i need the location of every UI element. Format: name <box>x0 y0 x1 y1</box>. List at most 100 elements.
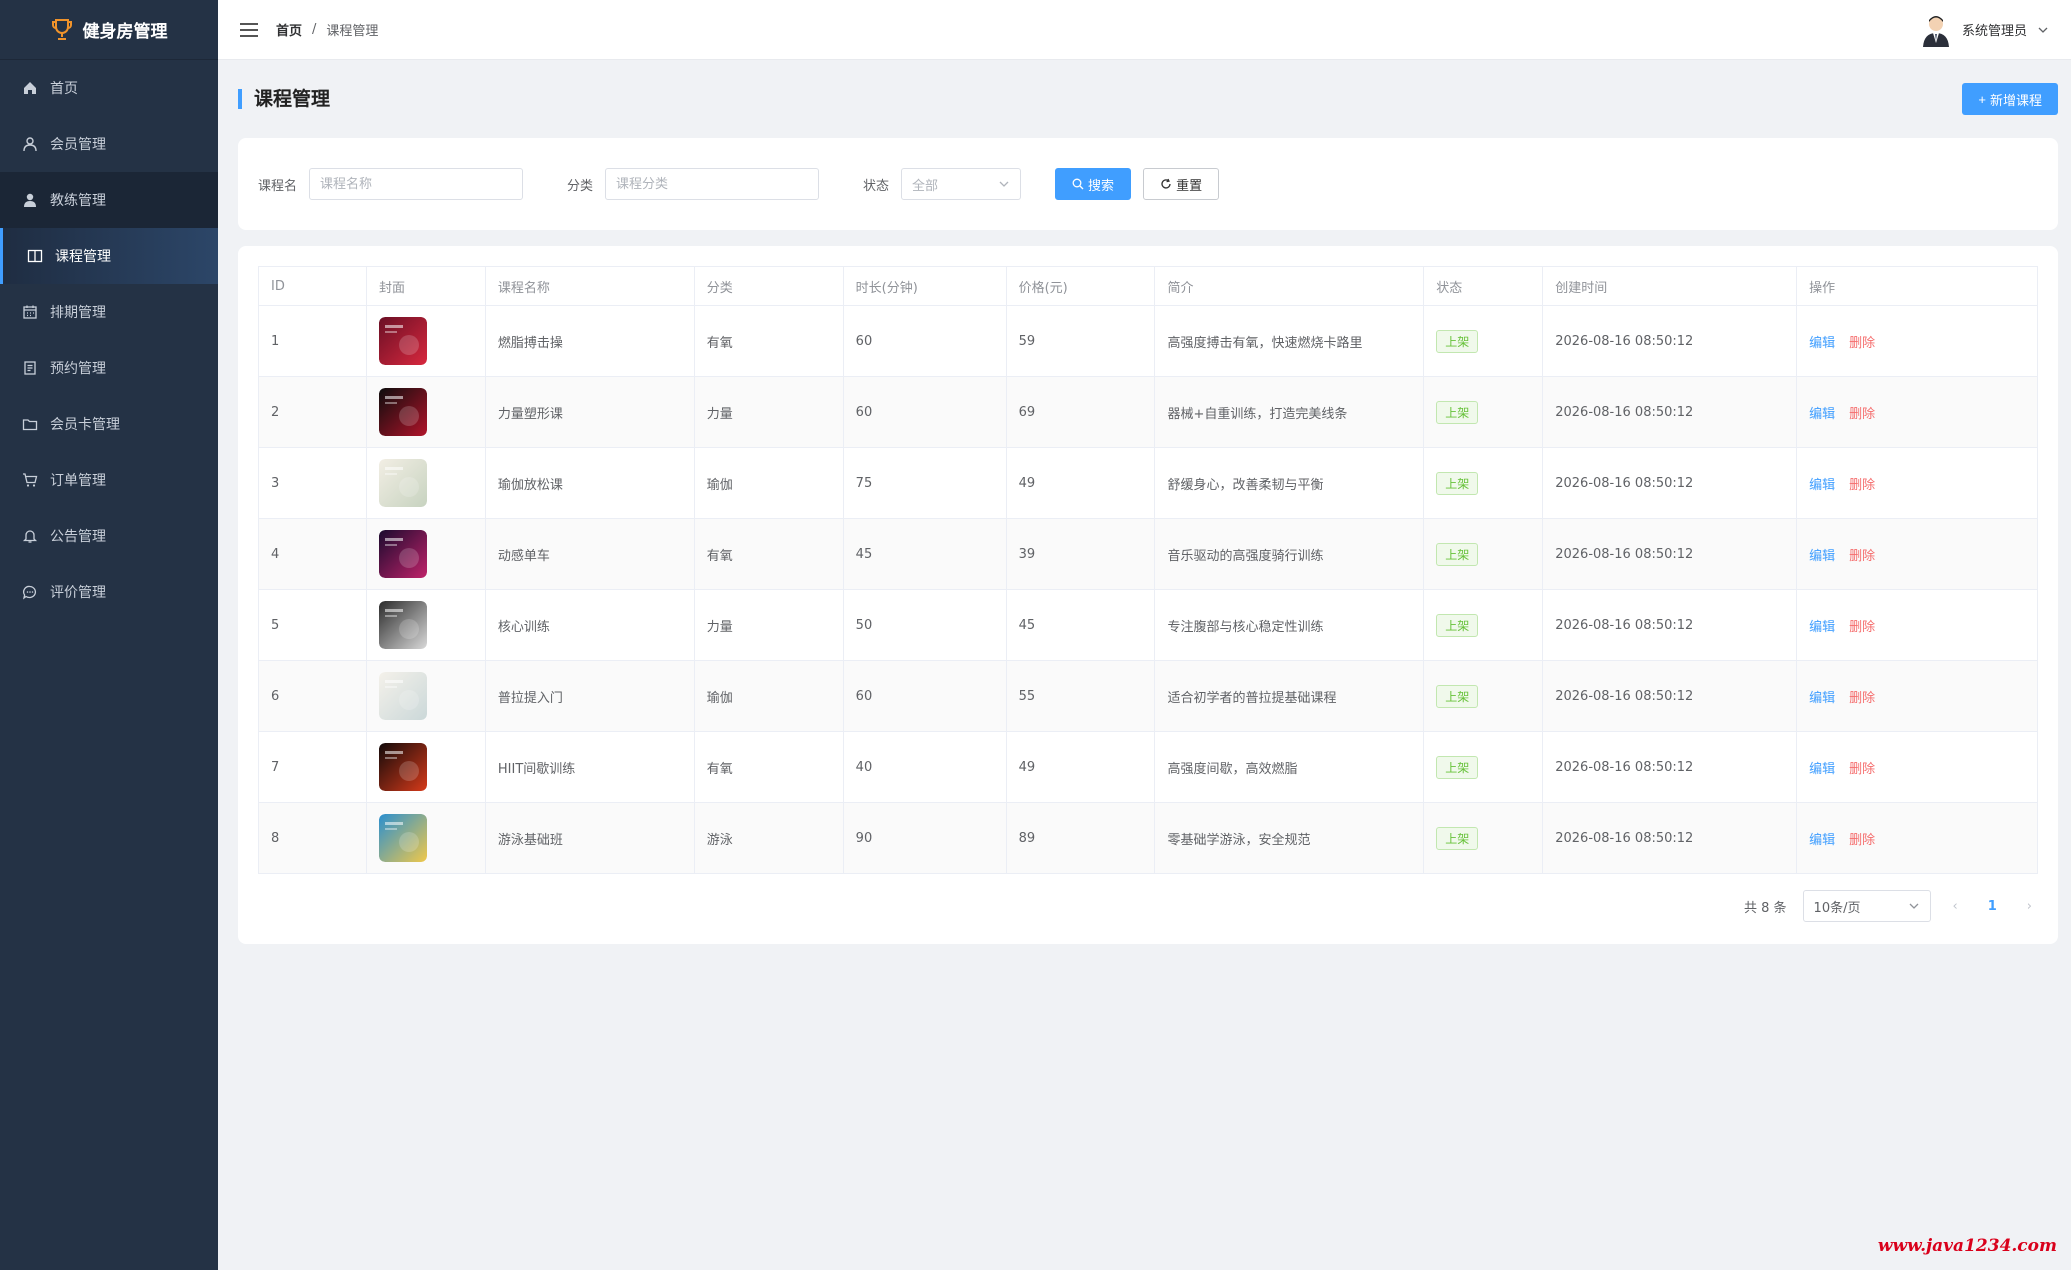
category-input[interactable] <box>605 168 820 200</box>
delete-link[interactable]: 删除 <box>1849 833 1875 848</box>
sidebar-item-1[interactable]: 会员管理 <box>0 116 218 172</box>
status-badge: 上架 <box>1436 755 1479 779</box>
cell-name: 力量塑形课 <box>484 376 695 448</box>
cell-created: 2026-08-16 08:50:12 <box>1542 518 1798 590</box>
col-id: ID <box>258 266 367 306</box>
cell-price: 49 <box>1005 731 1156 803</box>
sidebar-item-6[interactable]: 会员卡管理 <box>0 396 218 452</box>
edit-link[interactable]: 编辑 <box>1809 762 1835 777</box>
edit-link[interactable]: 编辑 <box>1809 691 1835 706</box>
course-cover-image <box>378 459 427 507</box>
delete-link[interactable]: 删除 <box>1849 336 1875 351</box>
sidebar-item-5[interactable]: 预约管理 <box>0 340 218 396</box>
name-filter-label: 课程名 <box>258 178 298 194</box>
cell-description: 零基础学游泳，安全规范 <box>1154 802 1425 874</box>
course-cover-image <box>378 530 427 578</box>
cell-description: 器械+自重训练，打造完美线条 <box>1154 376 1425 448</box>
sidebar-item-label: 订单管理 <box>50 473 106 489</box>
sidebar-item-7[interactable]: 订单管理 <box>0 452 218 508</box>
reset-button-label: 重置 <box>1176 178 1203 194</box>
sidebar-item-3[interactable]: 课程管理 <box>0 228 218 284</box>
bell-icon <box>22 528 38 544</box>
table-header-row: ID 封面 课程名称 分类 时长(分钟) 价格(元) 简介 状态 创建时间 操作 <box>258 266 2038 306</box>
chat-icon <box>22 584 38 600</box>
sidebar-item-label: 教练管理 <box>50 193 106 209</box>
breadcrumb-home[interactable]: 首页 <box>276 20 302 39</box>
edit-link[interactable]: 编辑 <box>1809 620 1835 635</box>
table-row: 7 HIIT间歇训练 有氧 40 49 高强度间歇，高效燃脂 上架 2026-08-16 08… <box>258 731 2038 803</box>
cell-created: 2026-08-16 08:50:12 <box>1542 305 1798 377</box>
cell-price: 59 <box>1005 305 1156 377</box>
chevron-down-icon <box>999 181 1009 187</box>
cell-id: 6 <box>258 660 367 732</box>
cell-name: 瑜伽放松课 <box>484 447 695 519</box>
cell-name: 核心训练 <box>484 589 695 661</box>
user-menu[interactable]: 系统管理员 <box>1920 13 2049 47</box>
search-icon <box>1072 178 1084 190</box>
cell-duration: 60 <box>842 376 1007 448</box>
status-select-value: 全部 <box>912 178 939 194</box>
course-cover-image <box>378 601 427 649</box>
cell-created: 2026-08-16 08:50:12 <box>1542 589 1798 661</box>
delete-link[interactable]: 删除 <box>1849 407 1875 422</box>
page-size-select[interactable]: 10条/页 <box>1802 890 1931 922</box>
trophy-icon <box>51 18 72 40</box>
plus-icon: + <box>1978 91 1986 107</box>
edit-link[interactable]: 编辑 <box>1809 833 1835 848</box>
edit-link[interactable]: 编辑 <box>1809 407 1835 422</box>
cell-category: 瑜伽 <box>693 447 844 519</box>
edit-link[interactable]: 编辑 <box>1809 478 1835 493</box>
sidebar-item-0[interactable]: 首页 <box>0 60 218 116</box>
table-row: 2 力量塑形课 力量 60 69 器械+自重训练，打造完美线条 上架 2026-08-16 0… <box>258 376 2038 448</box>
course-name-input[interactable] <box>309 168 524 200</box>
status-badge: 上架 <box>1436 684 1479 708</box>
page-size-value: 10条/页 <box>1813 900 1861 916</box>
cell-duration: 50 <box>842 589 1007 661</box>
home-icon <box>22 80 38 96</box>
cell-id: 7 <box>258 731 367 803</box>
col-description: 简介 <box>1154 266 1425 306</box>
reset-button[interactable]: 重置 <box>1143 168 1220 200</box>
cell-name: 游泳基础班 <box>484 802 695 874</box>
table-row: 3 瑜伽放松课 瑜伽 75 49 舒缓身心，改善柔韧与平衡 上架 2026-08-16 08:… <box>258 447 2038 519</box>
course-cover-image <box>378 317 427 365</box>
status-select[interactable]: 全部 <box>901 168 1022 200</box>
delete-link[interactable]: 删除 <box>1849 478 1875 493</box>
delete-link[interactable]: 删除 <box>1849 620 1875 635</box>
cell-price: 89 <box>1005 802 1156 874</box>
col-name: 课程名称 <box>484 266 695 306</box>
delete-link[interactable]: 删除 <box>1849 691 1875 706</box>
sidebar-menu: 首页 会员管理教练管理课程管理 排期管理 预约管理 会员卡管理订单管理公告管理评价管理 <box>0 60 218 620</box>
title-row: 课程管理 + 新增课程 <box>238 60 2058 138</box>
sidebar-item-label: 评价管理 <box>50 585 106 601</box>
status-badge: 上架 <box>1436 471 1479 495</box>
edit-link[interactable]: 编辑 <box>1809 549 1835 564</box>
page-number[interactable]: 1 <box>1980 899 2005 914</box>
sidebar-item-2[interactable]: 教练管理 <box>0 172 218 228</box>
delete-link[interactable]: 删除 <box>1849 762 1875 777</box>
next-page-icon[interactable]: › <box>2021 899 2038 914</box>
course-cover-image <box>378 388 427 436</box>
sidebar-item-8[interactable]: 公告管理 <box>0 508 218 564</box>
cell-duration: 60 <box>842 660 1007 732</box>
sidebar-item-4[interactable]: 排期管理 <box>0 284 218 340</box>
prev-page-icon[interactable]: ‹ <box>1947 899 1964 914</box>
add-course-button[interactable]: + 新增课程 <box>1962 83 2058 115</box>
cell-description: 舒缓身心，改善柔韧与平衡 <box>1154 447 1425 519</box>
app-logo[interactable]: 健身房管理 <box>0 0 218 60</box>
sidebar-item-9[interactable]: 评价管理 <box>0 564 218 620</box>
add-course-label: 新增课程 <box>1989 92 2042 108</box>
table-row: 5 核心训练 力量 50 45 专注腹部与核心稳定性训练 上架 2026-08-16 08:5… <box>258 589 2038 661</box>
edit-link[interactable]: 编辑 <box>1809 336 1835 351</box>
cell-category: 瑜伽 <box>693 660 844 732</box>
course-cover-image <box>378 814 427 862</box>
cell-price: 55 <box>1005 660 1156 732</box>
menu-toggle-icon[interactable] <box>240 22 258 37</box>
col-actions: 操作 <box>1796 266 2038 306</box>
filter-bar: 课程名 分类 状态 全部 搜索 重置 <box>238 138 2058 230</box>
page-title: 课程管理 <box>238 89 330 109</box>
status-badge: 上架 <box>1436 826 1479 850</box>
col-cover: 封面 <box>365 266 486 306</box>
search-button[interactable]: 搜索 <box>1055 168 1132 200</box>
delete-link[interactable]: 删除 <box>1849 549 1875 564</box>
